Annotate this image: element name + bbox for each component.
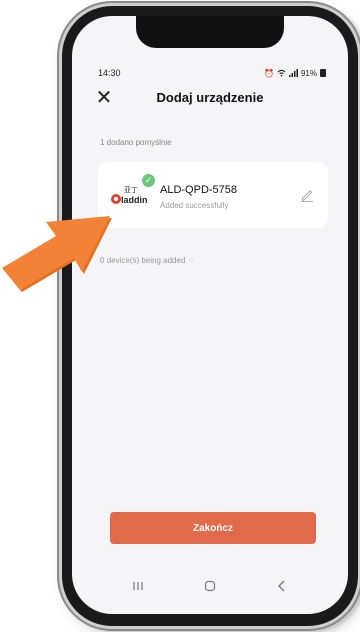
loading-spinner-icon: ⁘ (187, 256, 195, 265)
status-icons: ⏰ 91% (264, 69, 326, 78)
alarm-icon: ⏰ (264, 68, 274, 78)
device-status: Added successfully (160, 201, 229, 210)
battery-icon (320, 69, 326, 77)
page-title: Dodaj urządzenie (156, 90, 264, 105)
battery-level: 91% (300, 68, 317, 78)
status-time: 14:30 (98, 68, 121, 78)
wifi-icon (277, 69, 286, 77)
recent-apps-icon[interactable] (128, 576, 148, 596)
pencil-icon[interactable] (300, 188, 314, 202)
camera-notch (136, 16, 284, 48)
check-icon: ✓ (142, 174, 155, 187)
status-bar: 14:30 ⏰ 91% (98, 66, 326, 80)
finish-button[interactable]: Zakończ (110, 512, 316, 544)
app-header: ✕ Dodaj urządzenie (72, 86, 348, 112)
logo-chinese: 亚丁 (124, 186, 138, 194)
device-card[interactable]: 亚丁 laddin ✓ ALD-QPD-5758 Added successfu… (98, 162, 328, 228)
signal-icon (288, 69, 298, 77)
pointer-arrow-icon (2, 216, 112, 292)
logo-text: laddin (121, 195, 148, 205)
device-name: ALD-QPD-5758 (160, 184, 238, 196)
success-count: 1 dodano pomyślnie (100, 138, 172, 147)
home-icon[interactable] (200, 576, 220, 596)
system-nav-bar (72, 576, 348, 596)
app-screen: 14:30 ⏰ 91% ✕ Dodaj urządzenie 1 dodano … (72, 16, 348, 614)
back-icon[interactable] (272, 576, 292, 596)
